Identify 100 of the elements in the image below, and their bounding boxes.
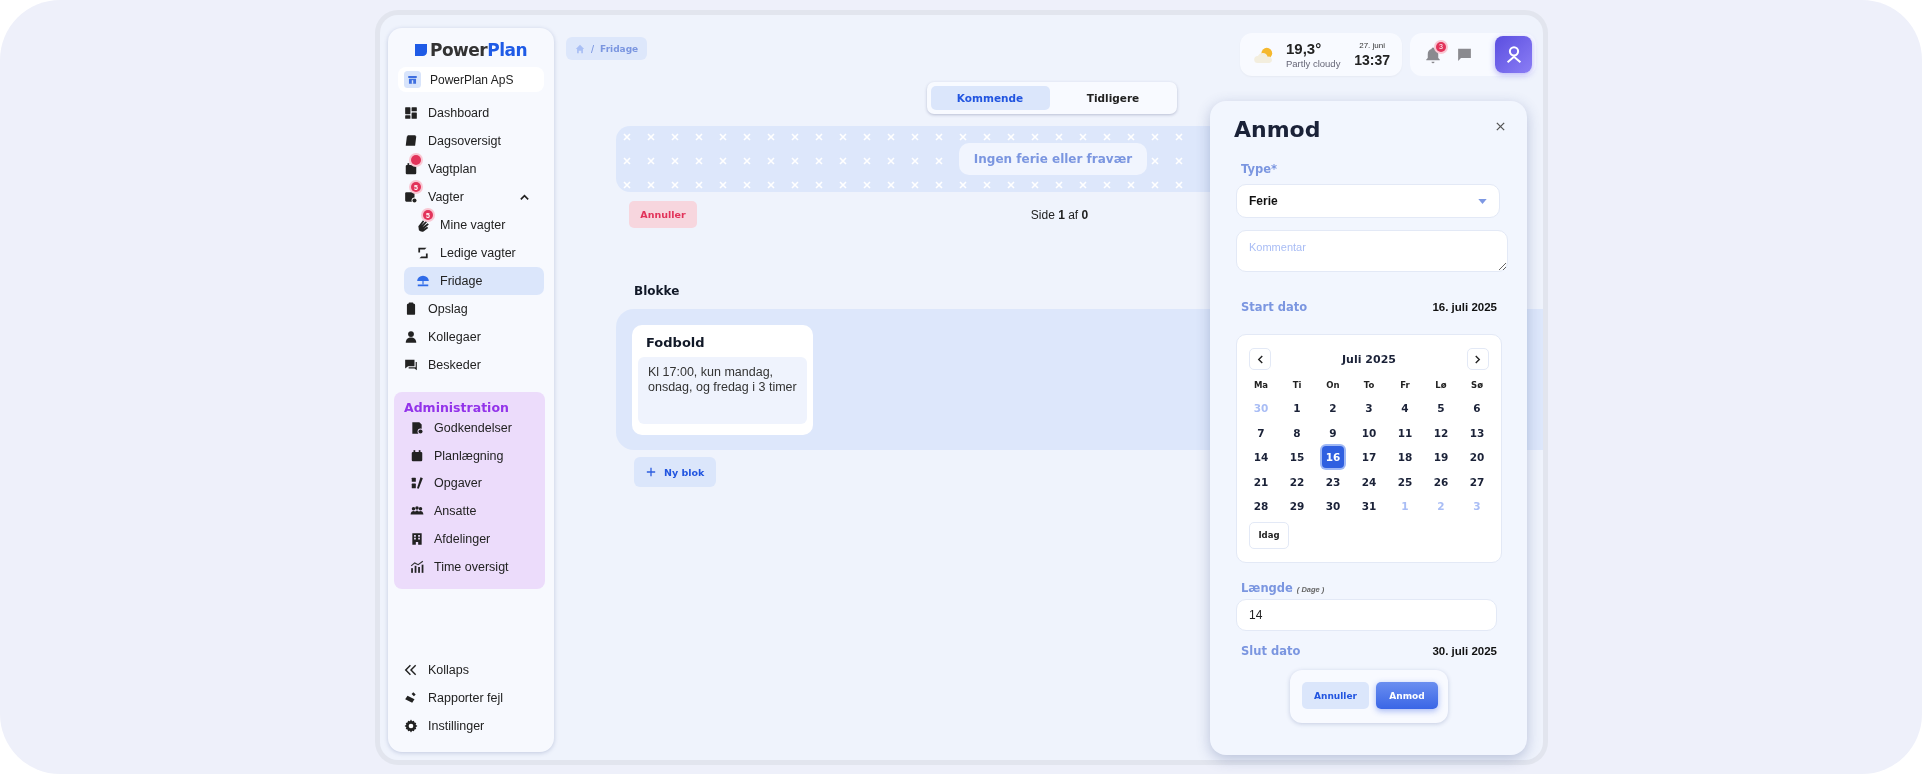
nav-item[interactable]: Kollegaer <box>398 323 544 351</box>
calendar-day[interactable]: 4 <box>1394 397 1416 420</box>
nav-item[interactable]: Rapporter fejl <box>398 684 544 712</box>
settings-icon <box>404 719 418 733</box>
nav-item[interactable]: Ansatte <box>398 497 545 526</box>
weekday-label: To <box>1362 379 1376 392</box>
calendar-day[interactable]: 8 <box>1286 421 1308 444</box>
calendar-day[interactable]: 19 <box>1430 446 1452 469</box>
calendar-day[interactable]: 9 <box>1322 421 1344 444</box>
field-label: Slut dato <box>1241 644 1301 658</box>
hand-icon <box>416 218 430 232</box>
building-icon <box>410 532 424 547</box>
chat-icon[interactable] <box>1456 46 1473 63</box>
tab[interactable]: Kommende <box>930 86 1050 110</box>
tab[interactable]: Tidligere <box>1053 86 1173 110</box>
calendar-day[interactable]: 13 <box>1466 421 1488 444</box>
calendar-day[interactable]: 26 <box>1430 470 1452 493</box>
nav-item[interactable]: Opslag <box>398 295 544 323</box>
nav-item[interactable]: Opgaver <box>398 469 545 498</box>
company-selector[interactable]: PowerPlan ApS <box>398 67 544 92</box>
nav-item[interactable]: Instillinger <box>398 712 544 740</box>
bar-chart-icon <box>410 559 424 574</box>
calendar-day[interactable]: 2 <box>1322 397 1344 420</box>
field-label: Type* <box>1241 162 1279 176</box>
empty-message: Ingen ferie eller fravær <box>958 143 1148 175</box>
weekday-label: Sø <box>1470 379 1484 392</box>
pagination-text: Side 1 af 0 <box>1030 207 1089 222</box>
field-label: Længde <box>1241 581 1293 595</box>
calendar-day[interactable]: 14 <box>1250 446 1272 469</box>
calendar-icon <box>404 162 418 176</box>
length-field[interactable]: 14 <box>1236 599 1497 631</box>
calendar-day[interactable]: 1 <box>1286 397 1308 420</box>
submit-button[interactable]: Anmod <box>1376 682 1438 709</box>
nav-item[interactable]: Ledige vagter <box>404 239 544 267</box>
chat-bubbles-icon <box>404 358 418 372</box>
document-check-icon <box>410 420 424 435</box>
chevron-right-icon <box>1474 354 1482 364</box>
weekday-label: Lø <box>1434 379 1448 392</box>
temperature: 19,3° <box>1286 40 1323 57</box>
nav-item[interactable]: Beskeder <box>398 351 544 379</box>
calendar-day[interactable]: 25 <box>1394 470 1416 493</box>
avatar-button[interactable] <box>1495 36 1532 73</box>
nav-item[interactable]: Time oversigt <box>398 553 545 581</box>
nav-item[interactable]: Fridage <box>404 267 544 295</box>
nav-item[interactable]: Godkendelser <box>398 414 545 442</box>
clipboard-icon <box>404 302 418 316</box>
block-card[interactable]: Fodbold Kl 17:00, kun mandag, onsdag, og fredag i 3 timer <box>632 325 813 435</box>
today-button[interactable]: Idag <box>1249 521 1289 549</box>
nav-item[interactable]: Afdelinger <box>398 525 545 553</box>
nav-item[interactable]: Vagtplan <box>398 155 544 183</box>
weekday-label: Ma <box>1252 379 1270 392</box>
nav-item[interactable]: Planlægning <box>398 441 545 470</box>
calendar-day[interactable]: 18 <box>1394 446 1416 469</box>
plus-icon <box>646 467 656 477</box>
calendar-day[interactable]: 16 <box>1322 446 1344 469</box>
date-value: 30. juli 2025 <box>1432 645 1497 657</box>
beach-umbrella-icon <box>416 274 430 288</box>
calendar-day[interactable]: 6 <box>1466 397 1488 420</box>
section-title: Administration <box>403 400 510 414</box>
calendar-day[interactable]: 24 <box>1358 470 1380 493</box>
calendar-day[interactable]: 21 <box>1250 470 1272 493</box>
calendar-day[interactable]: 20 <box>1466 446 1488 469</box>
calendar-day[interactable]: 23 <box>1322 470 1344 493</box>
person-icon <box>404 330 418 344</box>
nav-item[interactable]: Dagsoversigt <box>398 127 544 155</box>
logo-icon <box>414 44 427 56</box>
calendar-day[interactable]: 22 <box>1286 470 1308 493</box>
comment-field[interactable]: Kommentar <box>1236 230 1508 272</box>
caret-icon <box>1478 198 1487 204</box>
calendar-day[interactable]: 15 <box>1286 446 1308 469</box>
calendar-day[interactable]: 12 <box>1430 421 1452 444</box>
calendar-day[interactable]: 17 <box>1358 446 1380 469</box>
nav-item[interactable]: Dashboard <box>398 99 544 127</box>
calendar-gear-icon <box>404 190 418 204</box>
block-title: Fodbold <box>645 335 706 350</box>
calendar-day[interactable]: 5 <box>1430 397 1452 420</box>
new-block-button[interactable]: Ny blok <box>634 457 717 487</box>
calendar-day[interactable]: 3 <box>1358 397 1380 420</box>
breadcrumb-separator: / <box>591 42 595 55</box>
calendar-day[interactable]: 29 <box>1286 495 1308 518</box>
calendar-day[interactable]: 7 <box>1250 421 1272 444</box>
weekday-label: Ti <box>1291 379 1303 392</box>
nav-item[interactable]: Kollaps <box>398 656 544 684</box>
weekday-label: On <box>1325 379 1341 392</box>
calendar-day[interactable]: 31 <box>1358 495 1380 518</box>
calendar-day[interactable]: 30 <box>1322 495 1344 518</box>
dashboard-icon <box>404 106 418 120</box>
panel-title: Anmod <box>1234 117 1321 142</box>
calendar-icon <box>410 448 424 463</box>
sync-icon <box>416 246 430 260</box>
calendar-day[interactable]: 27 <box>1466 470 1488 493</box>
tasks-icon <box>410 476 424 491</box>
type-select[interactable]: Ferie <box>1236 184 1500 218</box>
close-icon[interactable] <box>1495 121 1506 132</box>
calendar-day[interactable]: 11 <box>1394 421 1416 444</box>
next-month-button[interactable] <box>1467 348 1489 370</box>
cancel-button[interactable]: Annuller <box>1302 682 1369 709</box>
previous-month-button[interactable] <box>1249 348 1271 370</box>
calendar-day[interactable]: 10 <box>1358 421 1380 444</box>
calendar-day[interactable]: 28 <box>1250 495 1272 518</box>
